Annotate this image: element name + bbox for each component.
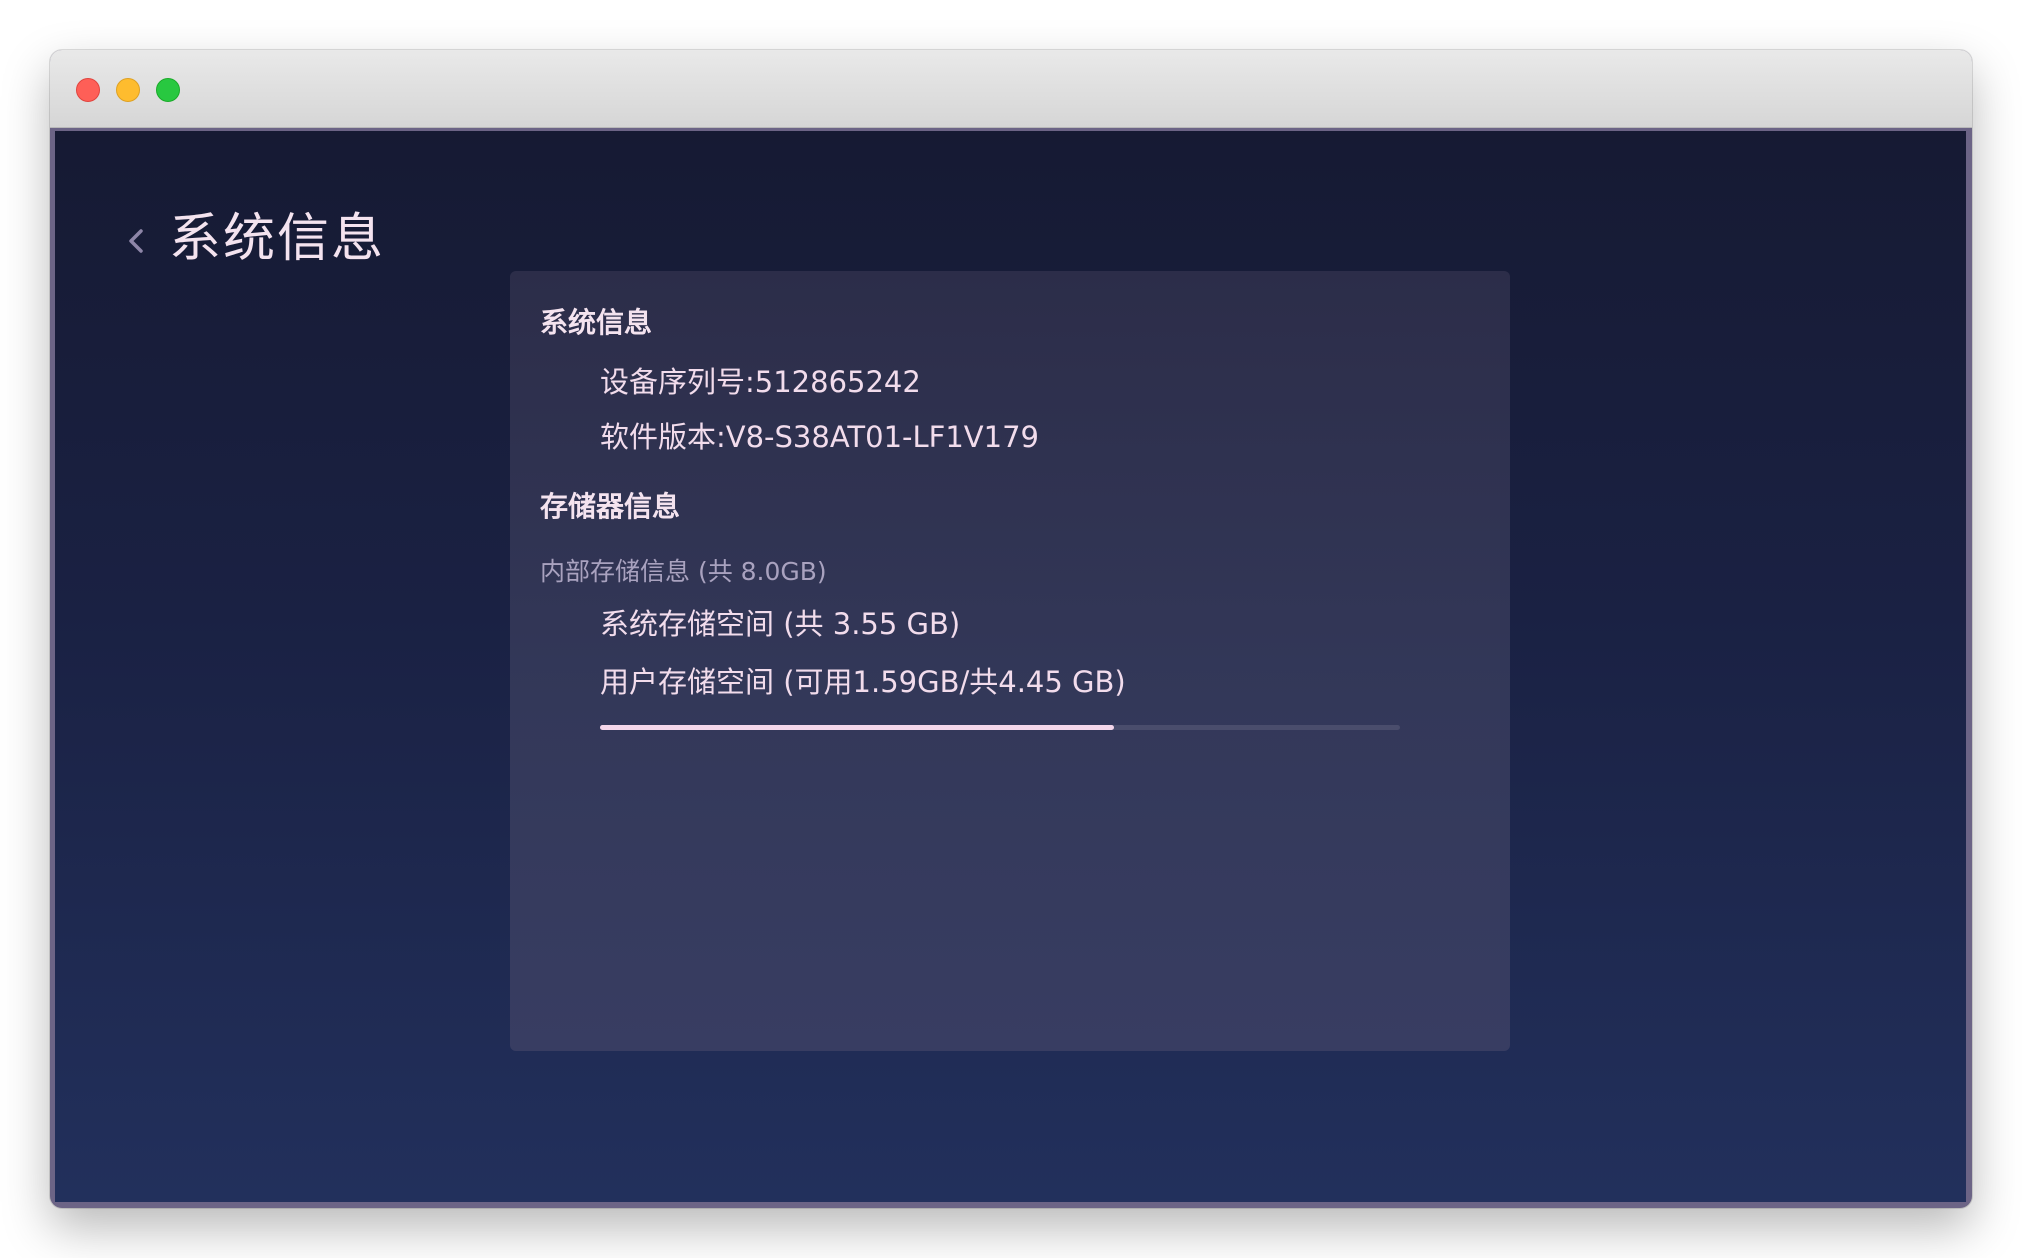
close-window-button[interactable]: [76, 78, 100, 102]
maximize-window-button[interactable]: [156, 78, 180, 102]
system-info-screen: 系统信息 系统信息 设备序列号:512865242 软件版本:V8-S38AT0…: [55, 131, 1966, 1202]
back-button[interactable]: [123, 221, 151, 261]
user-storage-item: 用户存储空间 (可用1.59GB/共4.45 GB): [600, 665, 1126, 699]
software-version: 软件版本:V8-S38AT01-LF1V179: [600, 420, 1039, 454]
app-window: 系统信息 系统信息 设备序列号:512865242 软件版本:V8-S38AT0…: [50, 50, 1972, 1208]
storage-info-section-title: 存储器信息: [540, 490, 681, 523]
user-storage-progress-bar: [600, 725, 1400, 730]
system-info-section-title: 系统信息: [540, 306, 653, 339]
user-storage-progress-fill: [600, 725, 1115, 730]
chevron-left-icon: [129, 229, 143, 253]
minimize-window-button[interactable]: [116, 78, 140, 102]
window-titlebar: [50, 50, 1972, 128]
page-title: 系统信息: [169, 209, 386, 269]
serial-number: 设备序列号:512865242: [600, 365, 921, 399]
internal-storage-label: 内部存储信息 (共 8.0GB): [540, 557, 827, 586]
info-panel: 系统信息 设备序列号:512865242 软件版本:V8-S38AT01-LF1…: [510, 271, 1510, 1051]
system-storage-item: 系统存储空间 (共 3.55 GB): [600, 607, 961, 641]
